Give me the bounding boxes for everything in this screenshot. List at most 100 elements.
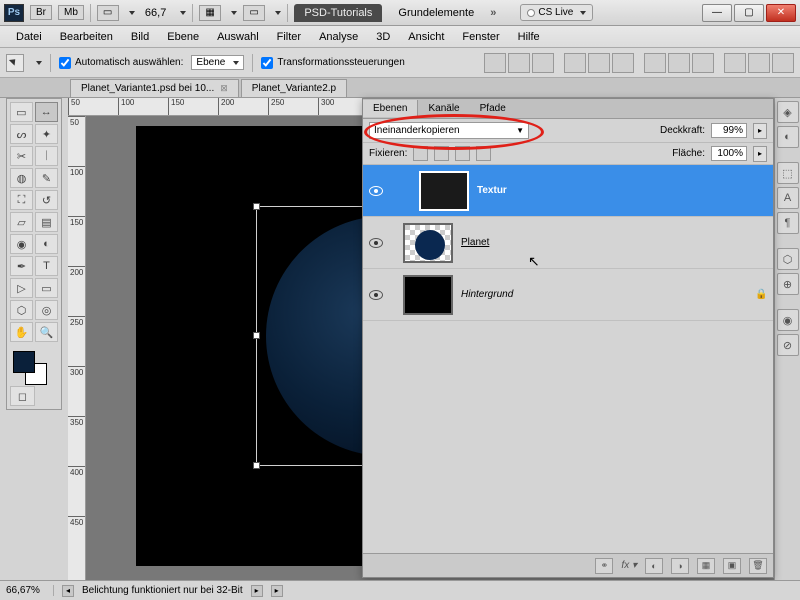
screen-mode-button[interactable]: ▭ <box>243 5 265 21</box>
menu-hilfe[interactable]: Hilfe <box>510 29 548 45</box>
transform-handle[interactable] <box>253 462 260 469</box>
dropdown-icon[interactable] <box>275 11 281 15</box>
3d-camera-tool[interactable]: ◎ <box>35 300 58 320</box>
menu-ebene[interactable]: Ebene <box>159 29 207 45</box>
dock-icon[interactable]: ⊕ <box>777 273 799 295</box>
distribute-button[interactable] <box>644 53 666 73</box>
tab-pfade[interactable]: Pfade <box>470 100 516 117</box>
align-button[interactable] <box>532 53 554 73</box>
visibility-toggle[interactable] <box>369 238 383 248</box>
align-button[interactable] <box>612 53 634 73</box>
align-button[interactable] <box>484 53 506 73</box>
dock-icon[interactable]: ⬡ <box>777 248 799 270</box>
menu-filter[interactable]: Filter <box>269 29 309 45</box>
transform-handle[interactable] <box>253 332 260 339</box>
status-arrow-right[interactable]: ▸ <box>251 585 263 597</box>
distribute-button[interactable] <box>724 53 746 73</box>
layer-name[interactable]: Planet <box>461 237 767 248</box>
transform-controls-checkbox[interactable]: Transformationssteuerungen <box>261 57 404 69</box>
3d-tool[interactable]: ⬡ <box>10 300 33 320</box>
crop-tool[interactable]: ✂ <box>10 146 33 166</box>
move-tool-icon[interactable] <box>6 54 24 72</box>
zoom-tool[interactable]: 🔍 <box>35 322 58 342</box>
dock-icon[interactable]: ◐ <box>777 126 799 148</box>
opacity-slider-button[interactable]: ▸ <box>753 123 767 139</box>
wand-tool[interactable]: ✦ <box>35 124 58 144</box>
fx-button[interactable]: fx ▾ <box>621 560 637 571</box>
layer-row-planet[interactable]: Planet <box>363 217 773 269</box>
opacity-input[interactable]: 99% <box>711 123 747 138</box>
distribute-button[interactable] <box>772 53 794 73</box>
blur-tool[interactable]: ◉ <box>10 234 33 254</box>
workspace-tab-grundelemente[interactable]: Grundelemente <box>388 4 484 22</box>
distribute-button[interactable] <box>748 53 770 73</box>
mask-button[interactable]: ◐ <box>645 558 663 574</box>
menu-auswahl[interactable]: Auswahl <box>209 29 267 45</box>
hand-tool[interactable]: ✋ <box>10 322 33 342</box>
menu-fenster[interactable]: Fenster <box>454 29 507 45</box>
blend-mode-select[interactable]: Ineinanderkopieren▼ <box>369 122 529 139</box>
auto-select-target[interactable]: Ebene <box>191 55 244 70</box>
stamp-tool[interactable]: ⛶ <box>10 190 33 210</box>
close-button[interactable]: ✕ <box>766 4 796 22</box>
document-tab[interactable]: Planet_Variante1.psd bei 10...⊠ <box>70 79 239 97</box>
lock-pixels-icon[interactable] <box>434 146 449 161</box>
dock-icon[interactable]: ◈ <box>777 101 799 123</box>
transform-handle[interactable] <box>253 203 260 210</box>
visibility-toggle[interactable] <box>369 290 383 300</box>
align-button[interactable] <box>564 53 586 73</box>
cs-live-button[interactable]: CS Live <box>520 4 593 21</box>
marquee-tool[interactable]: ▭ <box>10 102 33 122</box>
lock-position-icon[interactable] <box>455 146 470 161</box>
align-button[interactable] <box>508 53 530 73</box>
bridge-button[interactable]: Br <box>30 5 52 20</box>
align-button[interactable] <box>588 53 610 73</box>
dropdown-icon[interactable] <box>180 11 186 15</box>
pen-tool[interactable]: ✒ <box>10 256 33 276</box>
adjustment-button[interactable]: ◑ <box>671 558 689 574</box>
menu-ansicht[interactable]: Ansicht <box>400 29 452 45</box>
path-select-tool[interactable]: ▷ <box>10 278 33 298</box>
layer-row-hintergrund[interactable]: Hintergrund 🔒 <box>363 269 773 321</box>
status-arrow-right[interactable]: ▸ <box>271 585 283 597</box>
close-tab-icon[interactable]: ⊠ <box>220 83 228 93</box>
dock-icon[interactable]: A <box>777 187 799 209</box>
lasso-tool[interactable]: ᔕ <box>10 124 33 144</box>
eraser-tool[interactable]: ▱ <box>10 212 33 232</box>
lock-all-icon[interactable] <box>476 146 491 161</box>
move-tool[interactable]: ↔ <box>35 102 58 122</box>
color-swatches[interactable] <box>9 349 59 385</box>
menu-bild[interactable]: Bild <box>123 29 157 45</box>
menu-3d[interactable]: 3D <box>368 29 398 45</box>
gradient-tool[interactable]: ▤ <box>35 212 58 232</box>
distribute-button[interactable] <box>692 53 714 73</box>
shape-tool[interactable]: ▭ <box>35 278 58 298</box>
menu-bearbeiten[interactable]: Bearbeiten <box>52 29 121 45</box>
distribute-button[interactable] <box>668 53 690 73</box>
group-button[interactable]: ▦ <box>697 558 715 574</box>
dock-icon[interactable]: ◉ <box>777 309 799 331</box>
brush-tool[interactable]: ✎ <box>35 168 58 188</box>
layer-thumbnail[interactable] <box>419 171 469 211</box>
eyedropper-tool[interactable]: ᛁ <box>35 146 58 166</box>
status-arrow-left[interactable]: ◂ <box>62 585 74 597</box>
workspace-tab-psd-tutorials[interactable]: PSD-Tutorials <box>294 4 382 22</box>
auto-select-checkbox[interactable]: Automatisch auswählen: <box>59 57 183 69</box>
dropdown-icon[interactable] <box>129 11 135 15</box>
delete-layer-button[interactable]: 🗑 <box>749 558 767 574</box>
menu-analyse[interactable]: Analyse <box>311 29 366 45</box>
link-layers-button[interactable]: ⚭ <box>595 558 613 574</box>
layer-thumbnail[interactable] <box>403 223 453 263</box>
fill-slider-button[interactable]: ▸ <box>753 146 767 162</box>
foreground-color-swatch[interactable] <box>13 351 35 373</box>
dock-icon[interactable]: ¶ <box>777 212 799 234</box>
layer-name[interactable]: Hintergrund <box>461 289 747 300</box>
minibridge-button[interactable]: Mb <box>58 5 84 20</box>
dropdown-icon[interactable] <box>36 61 42 65</box>
new-layer-button[interactable]: ▣ <box>723 558 741 574</box>
layer-row-textur[interactable]: Textur <box>363 165 773 217</box>
layer-thumbnail[interactable] <box>403 275 453 315</box>
arrange-button[interactable]: ▦ <box>199 5 221 21</box>
dock-icon[interactable]: ⊘ <box>777 334 799 356</box>
dropdown-icon[interactable] <box>231 11 237 15</box>
